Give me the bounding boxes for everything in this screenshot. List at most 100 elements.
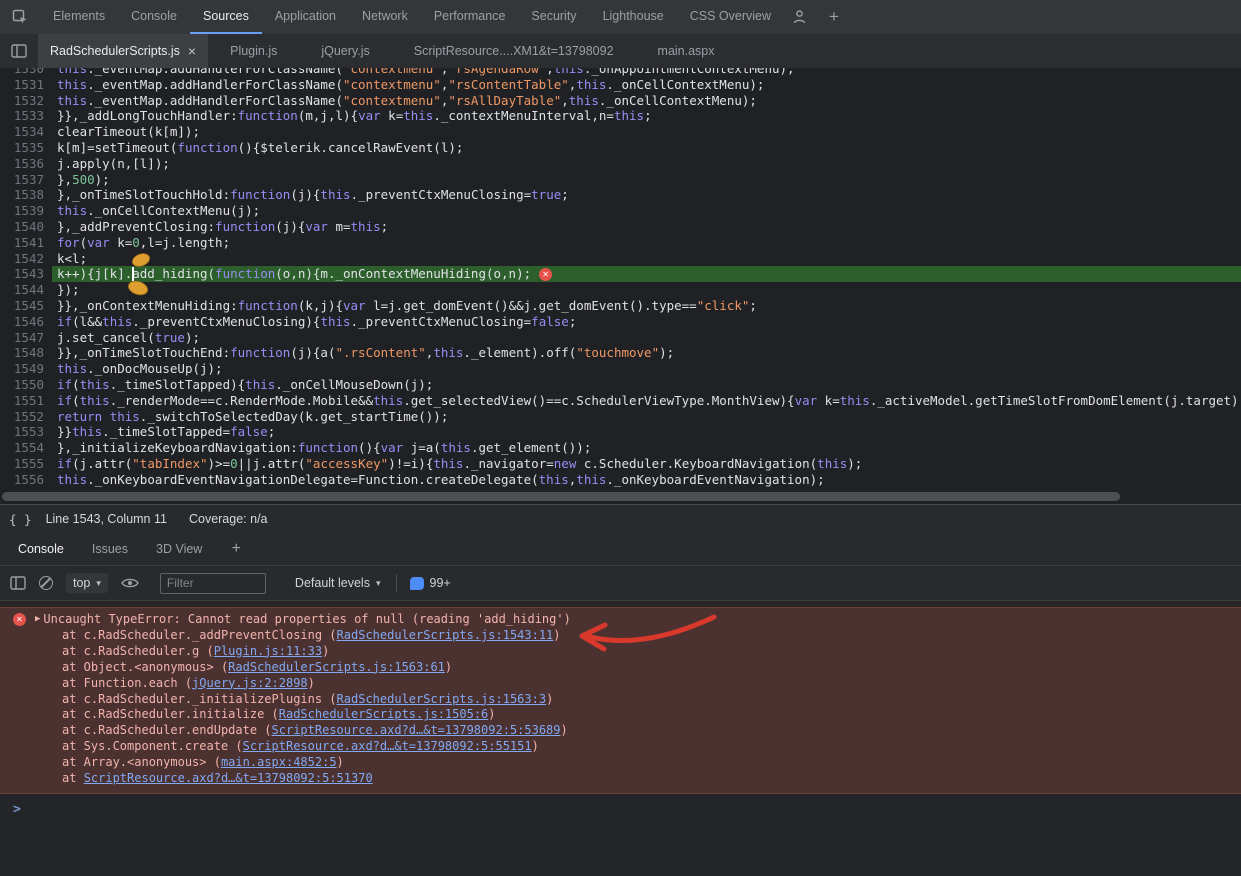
line-number[interactable]: 1547 bbox=[0, 330, 52, 346]
main-tab-lighthouse[interactable]: Lighthouse bbox=[590, 0, 677, 34]
console-sidebar-icon[interactable] bbox=[10, 576, 26, 590]
inline-error-icon[interactable]: ✕ bbox=[539, 268, 552, 281]
add-devtools-tab-button[interactable]: + bbox=[814, 0, 854, 34]
stack-frame-link[interactable]: Plugin.js:11:33 bbox=[214, 644, 322, 658]
code-text[interactable]: this._onDocMouseUp(j); bbox=[52, 361, 1241, 377]
line-number[interactable]: 1538 bbox=[0, 187, 52, 203]
file-tab-radschedulerscripts-js[interactable]: RadSchedulerScripts.js× bbox=[38, 34, 208, 68]
code-text[interactable]: for(var k=0,l=j.length; bbox=[52, 235, 1241, 251]
line-number[interactable]: 1550 bbox=[0, 377, 52, 393]
user-icon[interactable] bbox=[784, 0, 814, 34]
code-text[interactable]: j.apply(n,[l]); bbox=[52, 156, 1241, 172]
stack-frame-link[interactable]: ScriptResource.axd?d…&t=13798092:5:51370 bbox=[84, 771, 373, 785]
line-number[interactable]: 1543 bbox=[0, 266, 52, 282]
code-text[interactable]: clearTimeout(k[m]); bbox=[52, 124, 1241, 140]
code-text[interactable]: },_initializeKeyboardNavigation:function… bbox=[52, 440, 1241, 456]
line-number[interactable]: 1533 bbox=[0, 108, 52, 124]
line-number[interactable]: 1553 bbox=[0, 424, 52, 440]
code-text[interactable]: k[m]=setTimeout(function(){$telerik.canc… bbox=[52, 140, 1241, 156]
main-tab-network[interactable]: Network bbox=[349, 0, 421, 34]
code-text[interactable]: if(j.attr("tabIndex")>=0||j.attr("access… bbox=[52, 456, 1241, 472]
line-number[interactable]: 1549 bbox=[0, 361, 52, 377]
code-text[interactable]: j.set_cancel(true); bbox=[52, 330, 1241, 346]
line-number[interactable]: 1535 bbox=[0, 140, 52, 156]
line-number[interactable]: 1544 bbox=[0, 282, 52, 298]
line-number[interactable]: 1554 bbox=[0, 440, 52, 456]
code-text[interactable]: },_addPreventClosing:function(j){var m=t… bbox=[52, 219, 1241, 235]
line-number[interactable]: 1552 bbox=[0, 409, 52, 425]
code-text[interactable]: if(this._renderMode==c.RenderMode.Mobile… bbox=[52, 393, 1241, 409]
expand-triangle-icon[interactable]: ▶ bbox=[35, 612, 40, 628]
inspect-element-icon[interactable] bbox=[0, 0, 40, 34]
main-tab-application[interactable]: Application bbox=[262, 0, 349, 34]
stack-frame-link[interactable]: RadSchedulerScripts.js:1563:61 bbox=[228, 660, 445, 674]
stack-frame-link[interactable]: jQuery.js:2:2898 bbox=[192, 676, 308, 690]
add-drawer-tab-button[interactable]: + bbox=[216, 533, 256, 565]
code-text[interactable]: this._eventMap.addHandlerForClassName("c… bbox=[52, 93, 1241, 109]
stack-frame-link[interactable]: main.aspx:4852:5 bbox=[221, 755, 337, 769]
code-text[interactable]: }},_onTimeSlotTouchEnd:function(j){a(".r… bbox=[52, 345, 1241, 361]
code-text[interactable]: k++){j[k].add_hiding(function(o,n){m._on… bbox=[52, 266, 1241, 282]
line-number[interactable]: 1551 bbox=[0, 393, 52, 409]
main-tab-performance[interactable]: Performance bbox=[421, 0, 519, 34]
code-text[interactable]: }},_onContextMenuHiding:function(k,j){va… bbox=[52, 298, 1241, 314]
stack-frame-link[interactable]: RadSchedulerScripts.js:1505:6 bbox=[279, 707, 489, 721]
stack-frame-link[interactable]: RadSchedulerScripts.js:1563:3 bbox=[337, 692, 547, 706]
code-text[interactable]: }); bbox=[52, 282, 1241, 298]
drawer-tab-console[interactable]: Console bbox=[4, 533, 78, 565]
code-text[interactable]: },500); bbox=[52, 172, 1241, 188]
line-number[interactable]: 1532 bbox=[0, 93, 52, 109]
code-text[interactable]: this._eventMap.addHandlerForClassName("c… bbox=[52, 77, 1241, 93]
clear-console-icon[interactable] bbox=[39, 576, 53, 590]
line-number[interactable]: 1534 bbox=[0, 124, 52, 140]
file-tab-plugin-js[interactable]: Plugin.js bbox=[208, 34, 299, 68]
line-number[interactable]: 1546 bbox=[0, 314, 52, 330]
line-number[interactable]: 1537 bbox=[0, 172, 52, 188]
code-text[interactable]: }}this._timeSlotTapped=false; bbox=[52, 424, 1241, 440]
line-number[interactable]: 1530 bbox=[0, 68, 52, 77]
stack-frame-link[interactable]: ScriptResource.axd?d…&t=13798092:5:55151 bbox=[243, 739, 532, 753]
navigator-panel-icon[interactable] bbox=[0, 34, 38, 68]
code-text[interactable]: if(l&&this._preventCtxMenuClosing){this.… bbox=[52, 314, 1241, 330]
file-tab-jquery-js[interactable]: jQuery.js bbox=[299, 34, 391, 68]
stack-frame-link[interactable]: ScriptResource.axd?d…&t=13798092:5:53689 bbox=[272, 723, 561, 737]
pretty-print-icon[interactable]: { } bbox=[9, 512, 32, 527]
code-text[interactable]: }},_addLongTouchHandler:function(m,j,l){… bbox=[52, 108, 1241, 124]
drawer-tab-issues[interactable]: Issues bbox=[78, 533, 142, 565]
line-number[interactable]: 1536 bbox=[0, 156, 52, 172]
issues-counter[interactable]: 99+ bbox=[410, 576, 451, 590]
main-tab-console[interactable]: Console bbox=[118, 0, 190, 34]
drawer-tab-3d-view[interactable]: 3D View bbox=[142, 533, 216, 565]
main-tab-security[interactable]: Security bbox=[518, 0, 589, 34]
main-tab-sources[interactable]: Sources bbox=[190, 0, 262, 34]
main-tab-css-overview[interactable]: CSS Overview bbox=[677, 0, 784, 34]
main-tab-elements[interactable]: Elements bbox=[40, 0, 118, 34]
file-tab-main-aspx[interactable]: main.aspx bbox=[636, 34, 737, 68]
line-number[interactable]: 1555 bbox=[0, 456, 52, 472]
line-number[interactable]: 1539 bbox=[0, 203, 52, 219]
line-number[interactable]: 1531 bbox=[0, 77, 52, 93]
code-text[interactable]: this._onCellContextMenu(j); bbox=[52, 203, 1241, 219]
code-text[interactable]: },_onTimeSlotTouchHold:function(j){this.… bbox=[52, 187, 1241, 203]
code-text[interactable]: if(this._timeSlotTapped){this._onCellMou… bbox=[52, 377, 1241, 393]
console-prompt[interactable]: > bbox=[0, 794, 1241, 817]
line-number[interactable]: 1542 bbox=[0, 251, 52, 267]
horizontal-scrollbar[interactable] bbox=[2, 492, 1120, 501]
live-expression-eye-icon[interactable] bbox=[121, 577, 139, 589]
line-number[interactable]: 1540 bbox=[0, 219, 52, 235]
code-text[interactable]: this._onKeyboardEventNavigationDelegate=… bbox=[52, 472, 1241, 488]
stack-frame-link[interactable]: RadSchedulerScripts.js:1543:11 bbox=[337, 628, 554, 642]
javascript-context-selector[interactable]: top ▾ bbox=[66, 573, 108, 593]
code-text[interactable]: this._eventMap.addHandlerForClassName("c… bbox=[52, 68, 1241, 77]
line-number[interactable]: 1556 bbox=[0, 472, 52, 488]
line-number[interactable]: 1541 bbox=[0, 235, 52, 251]
file-tab-scriptresource-xm1-t-13798092[interactable]: ScriptResource....XM1&t=13798092 bbox=[392, 34, 636, 68]
line-number[interactable]: 1548 bbox=[0, 345, 52, 361]
close-tab-icon[interactable]: × bbox=[188, 44, 196, 58]
code-text[interactable]: return this._switchToSelectedDay(k.get_s… bbox=[52, 409, 1241, 425]
code-line: 1555if(j.attr("tabIndex")>=0||j.attr("ac… bbox=[0, 456, 1241, 472]
code-text[interactable]: k<l; bbox=[52, 251, 1241, 267]
line-number[interactable]: 1545 bbox=[0, 298, 52, 314]
filter-input[interactable] bbox=[160, 573, 266, 594]
log-levels-selector[interactable]: Default levels ▾ bbox=[293, 573, 383, 593]
